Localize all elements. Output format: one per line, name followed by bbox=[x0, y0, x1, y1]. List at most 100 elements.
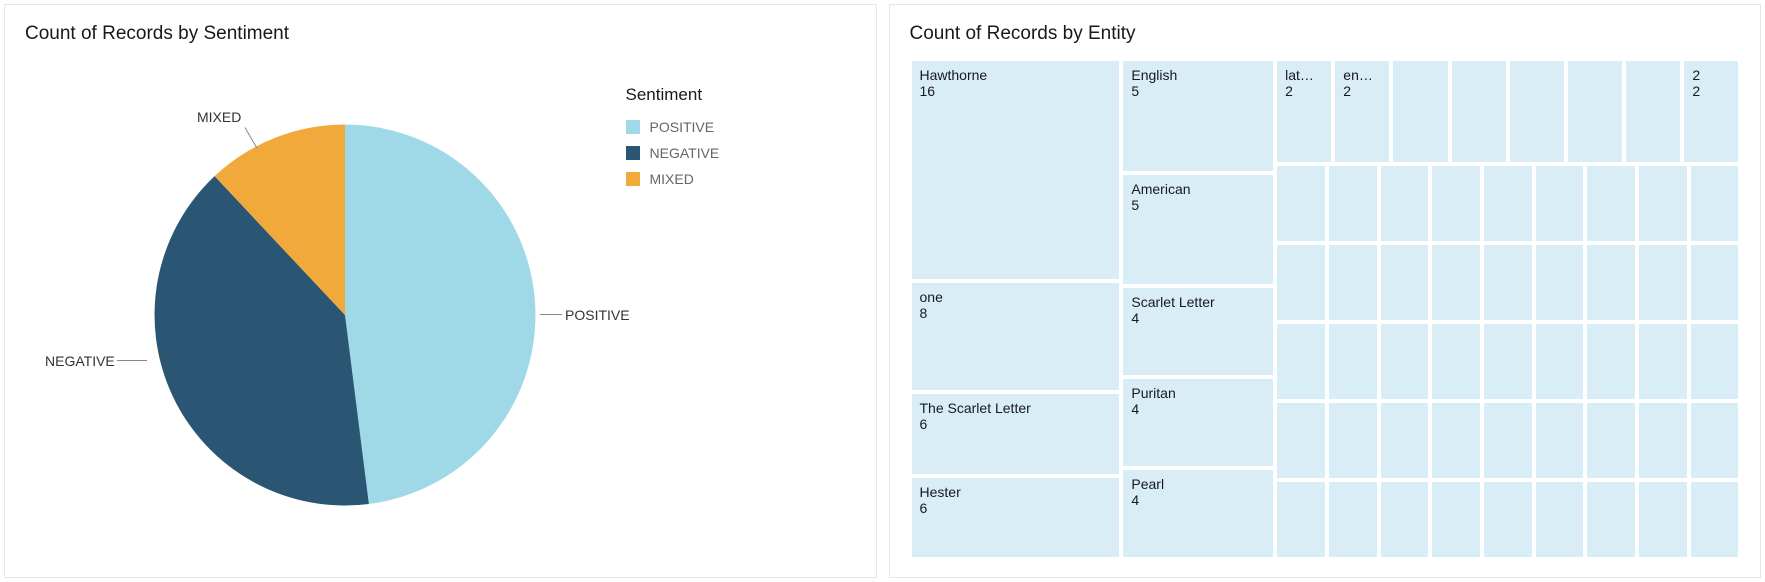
treemap-cell-small[interactable] bbox=[1327, 480, 1379, 559]
treemap-cell-value: 2 bbox=[1684, 83, 1738, 99]
treemap-cell-small[interactable] bbox=[1430, 243, 1482, 322]
legend-item-positive[interactable]: POSITIVE bbox=[626, 119, 796, 135]
treemap-cell-small[interactable] bbox=[1534, 322, 1586, 401]
treemap-cell-label: The Scarlet Letter bbox=[912, 394, 1120, 416]
treemap-cell-small[interactable] bbox=[1585, 322, 1637, 401]
treemap-cell-puritan[interactable]: Puritan4 bbox=[1121, 377, 1275, 468]
treemap-cell-small[interactable] bbox=[1482, 401, 1534, 480]
treemap-cell-small[interactable] bbox=[1327, 401, 1379, 480]
treemap-cell-small[interactable] bbox=[1637, 164, 1689, 243]
entity-panel: Count of Records by Entity Hawthorne16on… bbox=[889, 4, 1762, 578]
treemap-cell-small[interactable] bbox=[1585, 164, 1637, 243]
treemap-cell-small[interactable] bbox=[1534, 401, 1586, 480]
treemap-cell-value: 2 bbox=[1277, 83, 1331, 99]
treemap-cell-small[interactable] bbox=[1391, 59, 1449, 164]
treemap-cell-english[interactable]: English5 bbox=[1121, 59, 1275, 173]
treemap-cell-small[interactable] bbox=[1379, 480, 1431, 559]
treemap-cell-small[interactable] bbox=[1327, 164, 1379, 243]
treemap-cell-small[interactable] bbox=[1534, 480, 1586, 559]
treemap-cell-small[interactable] bbox=[1275, 243, 1327, 322]
treemap-cell-small[interactable] bbox=[1430, 322, 1482, 401]
treemap-cell-small[interactable] bbox=[1689, 480, 1741, 559]
treemap-cell-value: 6 bbox=[912, 416, 1120, 432]
treemap-cell-small[interactable] bbox=[1379, 401, 1431, 480]
pie-svg bbox=[145, 95, 545, 535]
slice-positive[interactable] bbox=[345, 125, 535, 504]
treemap-cell-small[interactable] bbox=[1624, 59, 1682, 164]
treemap-cell-label: Scarlet Letter bbox=[1123, 288, 1273, 310]
treemap-cell-small[interactable] bbox=[1275, 164, 1327, 243]
legend-label-negative: NEGATIVE bbox=[650, 145, 720, 161]
treemap-cell-small[interactable] bbox=[1482, 480, 1534, 559]
treemap-cell-label: Hester bbox=[912, 478, 1120, 500]
treemap-cell-small[interactable] bbox=[1689, 322, 1741, 401]
leader-negative bbox=[117, 360, 147, 361]
treemap-cell-small[interactable] bbox=[1534, 243, 1586, 322]
treemap-cell-label: Hawthorne bbox=[912, 61, 1120, 83]
treemap-cell-small[interactable] bbox=[1585, 401, 1637, 480]
swatch-positive bbox=[626, 120, 640, 134]
treemap-cell-small[interactable] bbox=[1508, 59, 1566, 164]
treemap-cell-small[interactable] bbox=[1327, 322, 1379, 401]
treemap-cell-hawthorne[interactable]: Hawthorne16 bbox=[910, 59, 1122, 281]
treemap-cell-label: Puritan bbox=[1123, 379, 1273, 401]
treemap-cell-small[interactable] bbox=[1379, 164, 1431, 243]
swatch-mixed bbox=[626, 172, 640, 186]
entity-title: Count of Records by Entity bbox=[910, 23, 1741, 45]
treemap-cell-small[interactable] bbox=[1275, 480, 1327, 559]
treemap-cell-the-scarlet-letter[interactable]: The Scarlet Letter6 bbox=[910, 392, 1122, 475]
treemap-cell-small[interactable] bbox=[1689, 164, 1741, 243]
treemap-cell-en-[interactable]: en…2 bbox=[1333, 59, 1391, 164]
treemap-cell-small[interactable] bbox=[1450, 59, 1508, 164]
treemap-chart[interactable]: Hawthorne16one8The Scarlet Letter6Hester… bbox=[910, 59, 1741, 559]
legend-item-mixed[interactable]: MIXED bbox=[626, 171, 796, 187]
label-positive: POSITIVE bbox=[565, 307, 630, 323]
treemap-cell-small[interactable] bbox=[1637, 243, 1689, 322]
legend-label-mixed: MIXED bbox=[650, 171, 694, 187]
treemap-cell-value: 6 bbox=[912, 500, 1120, 516]
treemap-cell-one[interactable]: one8 bbox=[910, 281, 1122, 392]
swatch-negative bbox=[626, 146, 640, 160]
pie-chart[interactable]: POSITIVE NEGATIVE MIXED Sentiment POSITI… bbox=[25, 55, 856, 559]
treemap-cell-small[interactable] bbox=[1637, 401, 1689, 480]
treemap-cell-small[interactable] bbox=[1275, 322, 1327, 401]
treemap-cell-label: one bbox=[912, 283, 1120, 305]
treemap-cell-small[interactable] bbox=[1534, 164, 1586, 243]
treemap-cell-small[interactable] bbox=[1689, 243, 1741, 322]
legend-title: Sentiment bbox=[626, 85, 796, 105]
treemap-cell-value: 4 bbox=[1123, 401, 1273, 417]
treemap-cell-label: lat… bbox=[1277, 61, 1331, 83]
treemap-cell-label: 2 bbox=[1684, 61, 1738, 83]
treemap-cell-small[interactable] bbox=[1566, 59, 1624, 164]
treemap-cell-small[interactable] bbox=[1430, 480, 1482, 559]
treemap-cell-small[interactable] bbox=[1430, 401, 1482, 480]
treemap-cell-small[interactable] bbox=[1637, 480, 1689, 559]
treemap-cell-small[interactable] bbox=[1482, 164, 1534, 243]
treemap-cell-value: 4 bbox=[1123, 310, 1273, 326]
sentiment-panel: Count of Records by Sentiment POSITIVE N… bbox=[4, 4, 877, 578]
treemap-cell-lat-[interactable]: lat…2 bbox=[1275, 59, 1333, 164]
treemap-cell-small[interactable] bbox=[1327, 243, 1379, 322]
legend: Sentiment POSITIVE NEGATIVE MIXED bbox=[626, 85, 796, 197]
treemap-cell-2[interactable]: 22 bbox=[1682, 59, 1740, 164]
label-mixed: MIXED bbox=[197, 109, 241, 125]
treemap-cell-value: 16 bbox=[912, 83, 1120, 99]
treemap-cell-small[interactable] bbox=[1689, 401, 1741, 480]
treemap-cell-value: 5 bbox=[1123, 83, 1273, 99]
treemap-cell-small[interactable] bbox=[1275, 401, 1327, 480]
treemap-cell-small[interactable] bbox=[1379, 243, 1431, 322]
treemap-cell-small[interactable] bbox=[1379, 322, 1431, 401]
treemap-cell-small[interactable] bbox=[1585, 480, 1637, 559]
treemap-cell-hester[interactable]: Hester6 bbox=[910, 476, 1122, 559]
treemap-cell-scarlet-letter[interactable]: Scarlet Letter4 bbox=[1121, 286, 1275, 377]
treemap-cell-small[interactable] bbox=[1637, 322, 1689, 401]
treemap-cell-small[interactable] bbox=[1585, 243, 1637, 322]
treemap-cell-american[interactable]: American5 bbox=[1121, 173, 1275, 287]
treemap-cell-small[interactable] bbox=[1482, 243, 1534, 322]
treemap-cell-small[interactable] bbox=[1482, 322, 1534, 401]
legend-item-negative[interactable]: NEGATIVE bbox=[626, 145, 796, 161]
treemap-cell-label: American bbox=[1123, 175, 1273, 197]
treemap-cell-small[interactable] bbox=[1430, 164, 1482, 243]
treemap-cell-label: en… bbox=[1335, 61, 1389, 83]
treemap-cell-pearl[interactable]: Pearl4 bbox=[1121, 468, 1275, 559]
